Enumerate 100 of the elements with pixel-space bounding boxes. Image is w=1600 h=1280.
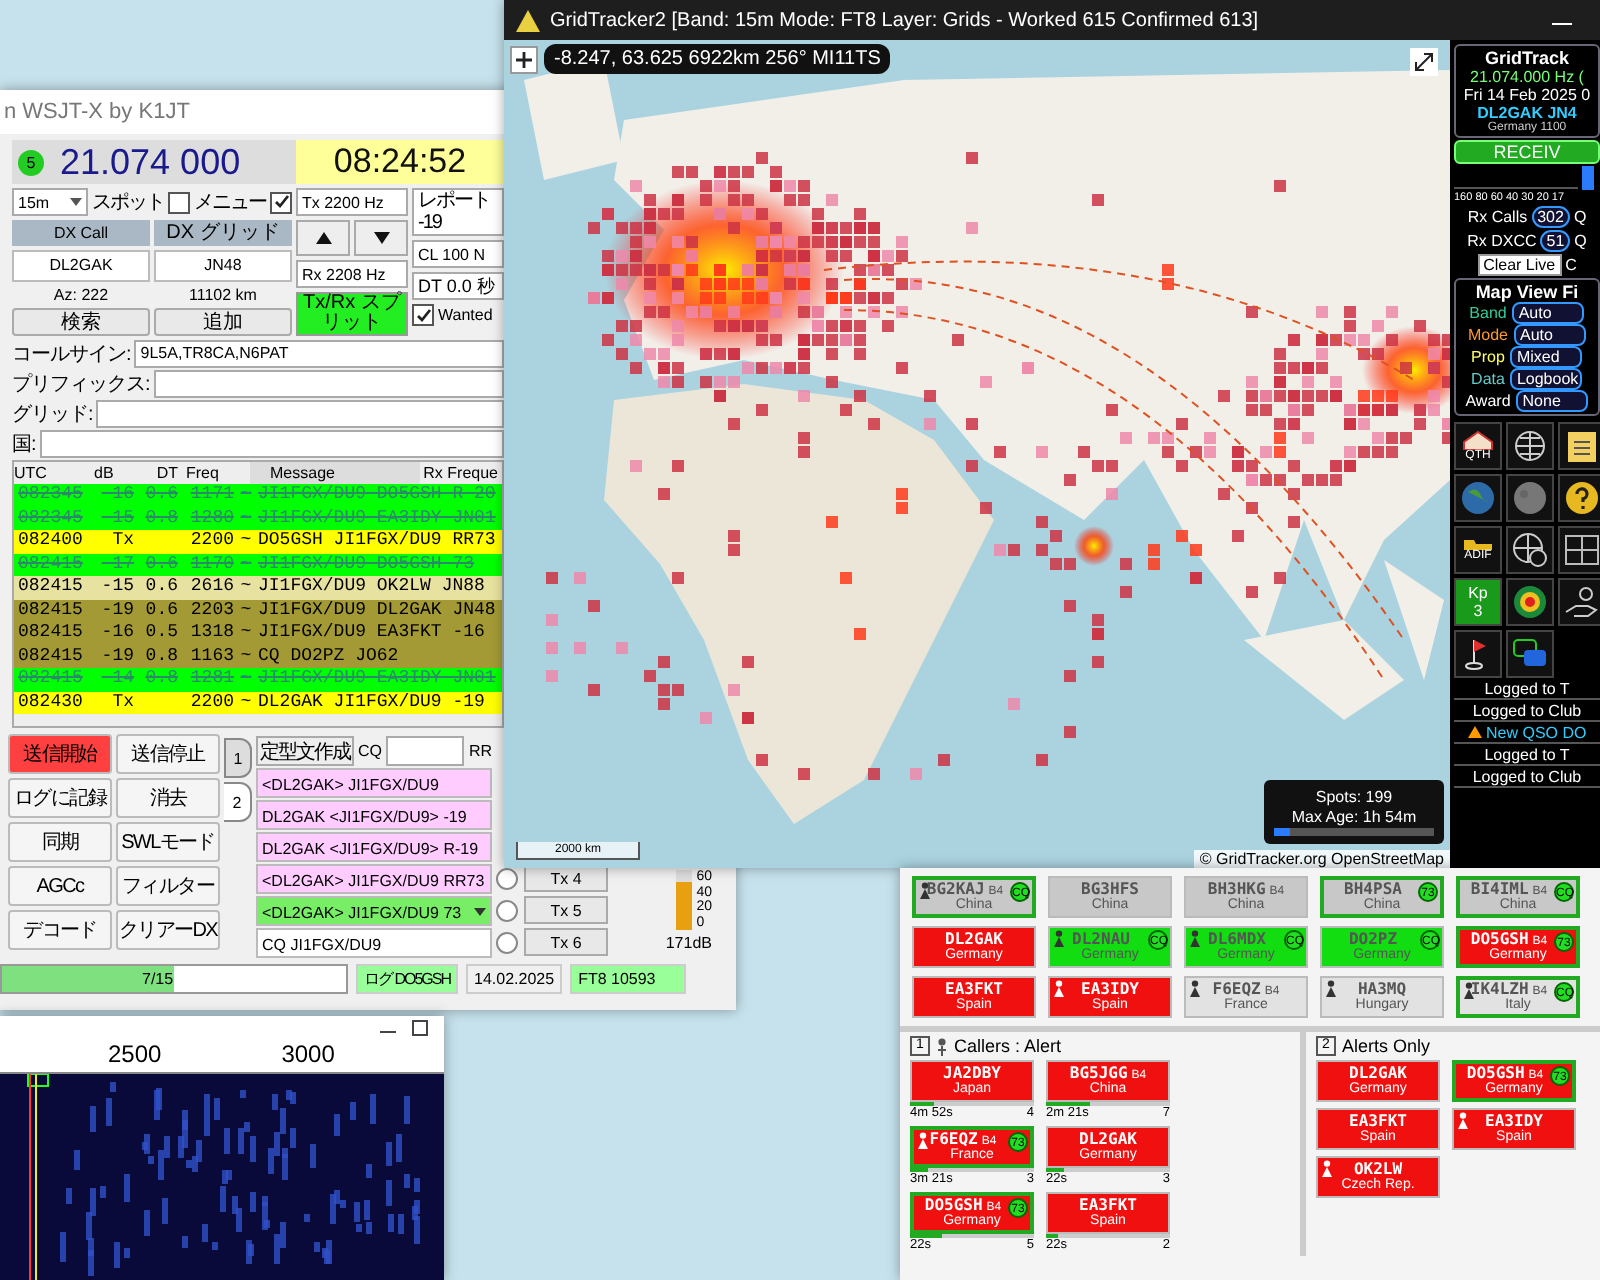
text-field[interactable]: [96, 399, 504, 427]
clear-live-button[interactable]: Clear Live: [1477, 254, 1562, 276]
message-field[interactable]: <DL2GAK> JI1FGX/DU9 73: [256, 895, 492, 925]
text-field[interactable]: [153, 369, 504, 397]
date-readout: Fri 14 Feb 2025 0: [1463, 86, 1591, 104]
filter-label: Mode: [1467, 326, 1508, 344]
action-button[interactable]: 同期: [8, 822, 112, 862]
action-button[interactable]: 送信開始: [8, 734, 112, 774]
table-cell-text: 0.6: [143, 553, 178, 576]
callsign: DL2GAK: [1079, 1130, 1137, 1148]
cq-field[interactable]: [386, 735, 465, 765]
report-spinbox[interactable]: レポート -19: [412, 188, 504, 236]
dt-spinbox[interactable]: DT 0.0 秒: [412, 272, 504, 300]
pane-title: Callers : Alert: [954, 1036, 1062, 1056]
checkbox[interactable]: [168, 191, 190, 213]
person-icon: [936, 1037, 948, 1055]
callsign: BH3HKG: [1207, 880, 1266, 898]
action-button[interactable]: ログに記録: [8, 778, 112, 818]
generate-button[interactable]: 定型文作成: [256, 735, 354, 765]
table-cell-text: ~: [238, 645, 254, 668]
text-field[interactable]: [39, 429, 504, 457]
clock-display: 08:24:52: [296, 140, 504, 184]
age-slider[interactable]: [1274, 828, 1434, 836]
action-button[interactable]: デコード: [8, 910, 112, 950]
dx-call-field[interactable]: DL2GAK: [12, 250, 150, 282]
date-status: 14.02.2025: [466, 963, 563, 993]
action-button[interactable]: クリアーDX: [116, 910, 220, 950]
table-cell-text: CQ DO2PZ JO62: [258, 645, 401, 668]
message-field[interactable]: CQ JI1FGX/DU9: [256, 927, 492, 957]
decode-row[interactable]: 082400 Tx 2200 ~ DO5GSH JI1FGX/DU9 RR73: [14, 530, 502, 553]
filter-select[interactable]: Logbook: [1510, 368, 1583, 390]
cl-spinbox[interactable]: CL 100 N: [412, 240, 504, 268]
filter-label: Data: [1471, 370, 1505, 388]
globe-grid-button[interactable]: [1506, 422, 1554, 470]
action-button[interactable]: 送信停止: [116, 734, 220, 774]
text-field[interactable]: 9L5A,TR8CA,N6PAT: [134, 339, 504, 367]
band-select[interactable]: 15m: [12, 188, 88, 216]
grid-button[interactable]: [1558, 526, 1600, 574]
radio-button[interactable]: [496, 931, 518, 953]
split-button[interactable]: Tx/Rx スプリット: [296, 292, 408, 336]
expand-icon: [1414, 52, 1434, 72]
globe-clock-button[interactable]: [1506, 526, 1554, 574]
add-button[interactable]: 追加: [154, 308, 292, 336]
action-button[interactable]: 消去: [116, 778, 220, 818]
table-cell-text: ~: [238, 507, 254, 530]
filter-select[interactable]: None: [1516, 390, 1589, 412]
log-message: Logged to Club: [1472, 768, 1582, 786]
zoom-in-button[interactable]: [510, 46, 538, 74]
action-button[interactable]: AGCc: [8, 866, 112, 906]
rx-frequency-spinbox[interactable]: Rx 2208 Hz: [296, 260, 408, 288]
column-header: DX Call: [12, 220, 150, 246]
down-button[interactable]: [354, 220, 408, 256]
table-cell-text: JI1FGX/DU9 DO5GSH 73: [258, 553, 477, 576]
table-cell-text: -19: [99, 599, 134, 622]
field-label: プリフィックス:: [12, 371, 150, 397]
decode-row[interactable]: 082430 Tx 2200 ~ DL2GAK JI1FGX/DU9 -19: [14, 691, 502, 714]
tx-button[interactable]: Tx 6: [524, 928, 608, 956]
table-cell-text: 082415: [16, 645, 85, 668]
frequency-tick: 2500: [108, 1040, 162, 1072]
message-field[interactable]: DL2GAK <JI1FGX/DU9> -19: [256, 799, 492, 829]
heat-spot-button[interactable]: [1506, 578, 1554, 626]
clipboard-button[interactable]: [1558, 422, 1600, 470]
tx-frequency-spinbox[interactable]: Tx 2200 Hz: [296, 188, 408, 216]
message-field[interactable]: <DL2GAK> JI1FGX/DU9 RR73: [256, 863, 492, 893]
decode-row[interactable]: 082415 -16 0.5 1318 ~ JI1FGX/DU9 EA3FKT -16: [14, 622, 502, 645]
flag-button[interactable]: [1454, 630, 1502, 678]
side-tab[interactable]: 1: [224, 738, 252, 778]
lookup-button[interactable]: 検索: [12, 308, 150, 336]
table-cell-text: -16: [99, 622, 134, 645]
table-cell-text: 0.8: [143, 645, 178, 668]
radio-button[interactable]: [496, 899, 518, 921]
chat-button[interactable]: [1506, 630, 1554, 678]
action-button[interactable]: SWLモード: [116, 822, 220, 862]
decode-row[interactable]: 082415 -19 0.6 2203 ~ JI1FGX/DU9 DL2GAK JN48: [14, 599, 502, 622]
checkbox[interactable]: [412, 304, 434, 326]
tx-button[interactable]: Tx 5: [524, 896, 608, 924]
decode-row[interactable]: 082415 -19 0.8 1163 ~ CQ DO2PZ JO62: [14, 645, 502, 668]
message-field[interactable]: DL2GAK <JI1FGX/DU9> R-19: [256, 831, 492, 861]
dx-grid-field[interactable]: JN48: [154, 250, 292, 282]
radio-button[interactable]: [496, 867, 518, 889]
decode-row[interactable]: 082415 -15 0.6 2616 ~ JI1FGX/DU9 OK2LW JN88: [14, 576, 502, 599]
earth-button[interactable]: [1454, 474, 1502, 522]
maximize-icon[interactable]: [412, 1020, 428, 1036]
message-field[interactable]: <DL2GAK> JI1FGX/DU9: [256, 767, 492, 797]
column-header: dB: [94, 462, 116, 484]
table-cell-text: 1280: [188, 507, 234, 530]
action-button[interactable]: フィルター: [116, 866, 220, 906]
kp-index-button[interactable]: Kp 3: [1454, 578, 1502, 626]
hand-person-button[interactable]: [1558, 578, 1600, 626]
up-button[interactable]: [296, 220, 350, 256]
table-cell-text: JI1FGX/DU9 EA3IDY JN01: [258, 507, 498, 530]
filter-select[interactable]: Auto: [1512, 302, 1585, 324]
fullscreen-button[interactable]: [1410, 48, 1438, 76]
moon-button[interactable]: [1506, 474, 1554, 522]
help-button[interactable]: [1558, 474, 1600, 522]
callsign: DL2NAU: [1072, 930, 1130, 948]
checkbox[interactable]: [270, 191, 292, 213]
side-tab[interactable]: 2: [224, 782, 252, 822]
filter-select[interactable]: Mixed: [1510, 346, 1583, 368]
filter-select[interactable]: Auto: [1514, 324, 1586, 346]
